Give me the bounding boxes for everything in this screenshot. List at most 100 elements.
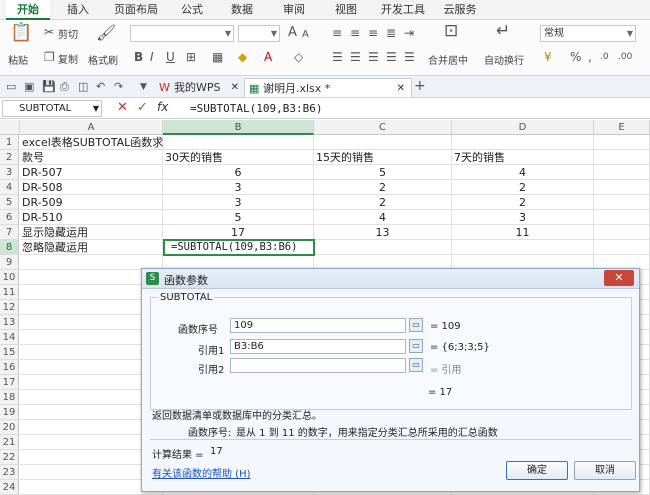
cell-b2[interactable]: 30天的销售	[163, 150, 314, 165]
align-center-icon[interactable]: ☰	[350, 50, 361, 64]
fill-color-icon[interactable]: ◆	[238, 50, 247, 64]
row-header-15[interactable]: 15	[0, 345, 19, 360]
cut-label[interactable]: 剪切	[58, 26, 78, 41]
cancel-button[interactable]: 取消	[574, 461, 636, 480]
justify-icon[interactable]: ☰	[386, 50, 397, 64]
grid-cell[interactable]	[594, 165, 650, 180]
close-icon[interactable]: ✕	[231, 78, 239, 97]
dialog-title-bar[interactable]: S 函数参数 ✕	[142, 269, 639, 289]
format-painter-icon[interactable]: 🖌	[96, 25, 116, 41]
row-header-14[interactable]: 14	[0, 330, 19, 345]
grid-cell[interactable]	[452, 135, 594, 150]
italic-button[interactable]: I	[150, 50, 154, 64]
row-header-24[interactable]: 24	[0, 480, 19, 495]
cell-a3[interactable]: DR-507	[20, 165, 163, 180]
copy-label[interactable]: 复制	[58, 51, 78, 66]
cell-a7[interactable]: 显示隐藏运用	[20, 225, 163, 240]
indent-icon[interactable]: ⇥	[404, 26, 414, 40]
save-icon[interactable]: 💾	[42, 80, 56, 94]
cell-c6[interactable]: 4	[314, 210, 452, 225]
new-file-icon[interactable]: ▭	[6, 80, 16, 94]
row-header-12[interactable]: 12	[0, 300, 19, 315]
number-format-select[interactable]: 常规 ▼	[540, 25, 636, 42]
cell-a4[interactable]: DR-508	[20, 180, 163, 195]
clear-format-icon[interactable]: ◇	[294, 50, 303, 64]
grid-cell[interactable]	[594, 225, 650, 240]
row-header-21[interactable]: 21	[0, 435, 19, 450]
distribute-icon[interactable]: ☰	[404, 50, 415, 64]
grid-cell[interactable]	[163, 135, 314, 150]
paste-label[interactable]: 粘贴	[8, 52, 28, 67]
increase-decimal-icon[interactable]: .0	[600, 50, 609, 64]
row-header-7[interactable]: 7	[0, 225, 19, 240]
orientation-icon[interactable]: ≣	[386, 26, 396, 40]
grid-cell[interactable]	[594, 150, 650, 165]
cell-c7[interactable]: 13	[314, 225, 452, 240]
tab-file[interactable]: ▦ 谢明月.xlsx * ✕	[244, 78, 412, 97]
collapse-dialog-icon[interactable]: ▭	[409, 358, 423, 372]
row-header-8[interactable]: 8	[0, 240, 19, 255]
cell-b4[interactable]: 3	[163, 180, 314, 195]
merge-center-icon[interactable]: ⊡	[444, 23, 458, 40]
select-all-corner[interactable]	[0, 120, 20, 135]
chevron-down-icon[interactable]: ▼	[93, 101, 99, 116]
cut-icon[interactable]: ✂	[44, 25, 54, 39]
decrease-decimal-icon[interactable]: .00	[618, 50, 632, 64]
preview-icon[interactable]: ◫	[78, 80, 88, 94]
row-header-17[interactable]: 17	[0, 375, 19, 390]
row-header-18[interactable]: 18	[0, 390, 19, 405]
row-header-23[interactable]: 23	[0, 465, 19, 480]
underline-button[interactable]: U	[166, 50, 175, 64]
grid-cell[interactable]	[594, 135, 650, 150]
collapse-dialog-icon[interactable]: ▭	[409, 318, 423, 332]
redo-icon[interactable]: ↷	[114, 80, 123, 94]
tab-data[interactable]: 数据	[222, 0, 262, 20]
column-header-c[interactable]: C	[314, 120, 452, 135]
percent-button[interactable]: %	[570, 50, 581, 64]
align-bottom-icon[interactable]: ≡	[368, 26, 378, 40]
tab-developer[interactable]: 开发工具	[376, 0, 430, 20]
collapse-dialog-icon[interactable]: ▭	[409, 339, 423, 353]
grid-cell[interactable]	[452, 240, 594, 255]
column-header-b[interactable]: B	[163, 120, 314, 135]
cell-d4[interactable]: 2	[452, 180, 594, 195]
column-header-e[interactable]: E	[594, 120, 650, 135]
row-header-3[interactable]: 3	[0, 165, 19, 180]
print-icon[interactable]: ⎙	[60, 80, 69, 94]
row-header-6[interactable]: 6	[0, 210, 19, 225]
row-header-16[interactable]: 16	[0, 360, 19, 375]
help-link[interactable]: 有关该函数的帮助 (H)	[152, 465, 251, 480]
cell-a5[interactable]: DR-509	[20, 195, 163, 210]
row-header-22[interactable]: 22	[0, 450, 19, 465]
tab-view[interactable]: 视图	[326, 0, 366, 20]
cell-c5[interactable]: 2	[314, 195, 452, 210]
align-right-icon[interactable]: ☰	[368, 50, 379, 64]
cell-a8[interactable]: 忽略隐藏运用	[20, 240, 163, 255]
tab-formulas[interactable]: 公式	[172, 0, 212, 20]
font-grow-icon[interactable]: A	[288, 26, 297, 40]
grid-cell[interactable]	[594, 180, 650, 195]
cell-b5[interactable]: 3	[163, 195, 314, 210]
cell-d3[interactable]: 4	[452, 165, 594, 180]
tab-home[interactable]: 开始	[6, 0, 50, 20]
align-top-icon[interactable]: ≡	[332, 26, 342, 40]
cell-b7[interactable]: 17	[163, 225, 314, 240]
cell-c4[interactable]: 2	[314, 180, 452, 195]
close-icon[interactable]: ✕	[397, 79, 405, 98]
column-header-d[interactable]: D	[452, 120, 594, 135]
border-icon[interactable]: ⊞	[186, 50, 196, 64]
insert-function-button[interactable]: fx	[157, 100, 168, 114]
name-box[interactable]: SUBTOTAL ▼	[2, 100, 102, 117]
ok-button[interactable]: 确定	[506, 461, 568, 480]
cancel-formula-button[interactable]: ✕	[117, 100, 128, 115]
quick-access-dropdown-icon[interactable]: ▼	[140, 80, 147, 94]
bold-button[interactable]: B	[134, 50, 143, 64]
cell-d7[interactable]: 11	[452, 225, 594, 240]
arg2-input[interactable]: B3:B6	[230, 339, 406, 354]
row-header-11[interactable]: 11	[0, 285, 19, 300]
cell-b3[interactable]: 6	[163, 165, 314, 180]
row-header-1[interactable]: 1	[0, 135, 19, 150]
cell-d6[interactable]: 3	[452, 210, 594, 225]
column-header-a[interactable]: A	[20, 120, 163, 135]
dialog-close-button[interactable]: ✕	[604, 270, 634, 286]
